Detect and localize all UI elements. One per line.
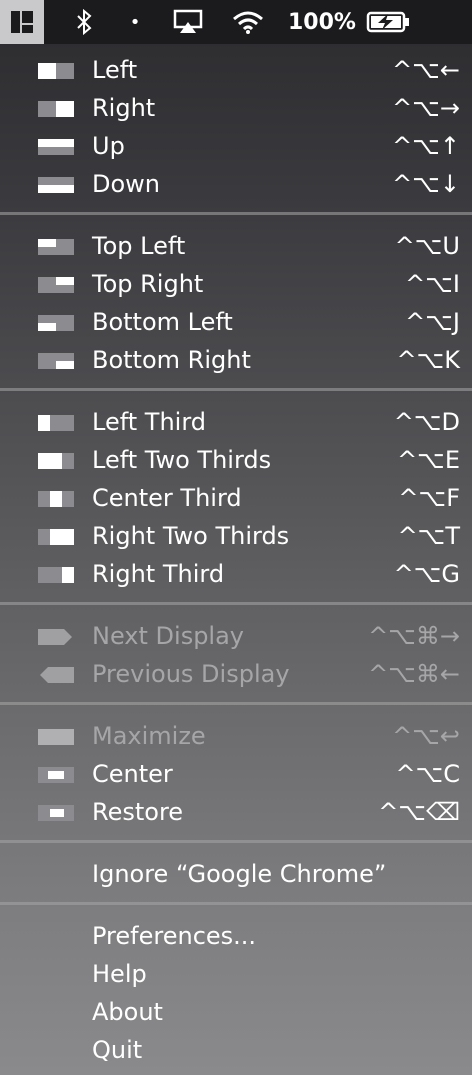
top-left-icon bbox=[38, 239, 74, 255]
menu-item-label: Quit bbox=[92, 1036, 143, 1064]
menu-item-shortcut: ^⌥D bbox=[393, 408, 460, 436]
menu-item-ignore-google-chrome[interactable]: Ignore “Google Chrome” bbox=[0, 855, 472, 893]
menu-item-label: Previous Display bbox=[92, 660, 290, 688]
menu-item-shortcut: ^⌥⌘← bbox=[368, 660, 460, 688]
menu-item-shortcut: ^⌥J bbox=[405, 308, 460, 336]
rectangle-menu: Left ^⌥← Right ^⌥→ Up ^⌥↑ Down ^⌥↓ Top Left ^⌥U To… bbox=[0, 44, 472, 1075]
menu-item-center[interactable]: Center ^⌥C bbox=[0, 755, 472, 793]
menu-item-shortcut: ^⌥↓ bbox=[392, 170, 460, 198]
center-third-icon bbox=[38, 491, 74, 507]
menu-item-top-left[interactable]: Top Left ^⌥U bbox=[0, 227, 472, 265]
bottom-half-icon bbox=[38, 177, 74, 193]
menu-item-label: Bottom Right bbox=[92, 346, 251, 374]
maximize-icon bbox=[38, 729, 74, 745]
menu-item-shortcut: ^⌥I bbox=[405, 270, 460, 298]
right-third-icon bbox=[38, 567, 74, 583]
top-half-icon bbox=[38, 139, 74, 155]
menu-item-maximize: Maximize ^⌥↩ bbox=[0, 717, 472, 755]
menu-item-bottom-right[interactable]: Bottom Right ^⌥K bbox=[0, 341, 472, 379]
menu-item-previous-display: Previous Display ^⌥⌘← bbox=[0, 655, 472, 693]
menu-item-label: Top Right bbox=[92, 270, 204, 298]
menu-item-label: Center bbox=[92, 760, 173, 788]
rectangle-app-icon[interactable] bbox=[0, 0, 44, 44]
menu-separator bbox=[0, 702, 472, 705]
menu-item-shortcut: ^⌥K bbox=[396, 346, 460, 374]
menu-item-label: About bbox=[92, 998, 163, 1026]
menu-item-shortcut: ^⌥⌘→ bbox=[368, 622, 460, 650]
menu-item-top-right[interactable]: Top Right ^⌥I bbox=[0, 265, 472, 303]
menu-item-label: Restore bbox=[92, 798, 184, 826]
airplay-icon[interactable] bbox=[166, 0, 210, 44]
battery-percent: 100% bbox=[288, 9, 356, 35]
menu-item-label: Bottom Left bbox=[92, 308, 233, 336]
status-dot: • bbox=[129, 11, 141, 33]
previous-display-icon bbox=[38, 667, 74, 683]
menu-item-label: Next Display bbox=[92, 622, 245, 650]
menu-item-shortcut: ^⌥← bbox=[392, 56, 460, 84]
menu-item-preferences[interactable]: Preferences... bbox=[0, 917, 472, 955]
menu-item-center-third[interactable]: Center Third ^⌥F bbox=[0, 479, 472, 517]
menu-bar: • 100% bbox=[0, 0, 472, 44]
menu-separator bbox=[0, 212, 472, 215]
menu-item-shortcut: ^⌥E bbox=[397, 446, 460, 474]
wifi-icon[interactable] bbox=[226, 0, 270, 44]
bluetooth-icon[interactable] bbox=[66, 0, 102, 44]
menu-separator bbox=[0, 602, 472, 605]
menu-item-shortcut: ^⌥F bbox=[398, 484, 460, 512]
menu-item-shortcut: ^⌥U bbox=[394, 232, 460, 260]
menu-item-right[interactable]: Right ^⌥→ bbox=[0, 89, 472, 127]
menu-item-restore[interactable]: Restore ^⌥⌫ bbox=[0, 793, 472, 831]
bottom-left-icon bbox=[38, 315, 74, 331]
menu-item-shortcut: ^⌥↑ bbox=[392, 132, 460, 160]
menu-item-quit[interactable]: Quit bbox=[0, 1031, 472, 1069]
menu-item-label: Help bbox=[92, 960, 147, 988]
menu-item-left-two-thirds[interactable]: Left Two Thirds ^⌥E bbox=[0, 441, 472, 479]
menu-item-left-third[interactable]: Left Third ^⌥D bbox=[0, 403, 472, 441]
menu-item-label: Center Third bbox=[92, 484, 242, 512]
menu-item-label: Right bbox=[92, 94, 156, 122]
left-two-thirds-icon bbox=[38, 453, 74, 469]
restore-icon bbox=[38, 805, 74, 821]
menu-item-label: Up bbox=[92, 132, 125, 160]
menu-separator bbox=[0, 388, 472, 391]
right-half-icon bbox=[38, 101, 74, 117]
menu-item-help[interactable]: Help bbox=[0, 955, 472, 993]
menu-item-label: Maximize bbox=[92, 722, 206, 750]
menu-item-shortcut: ^⌥↩ bbox=[392, 722, 460, 750]
left-half-icon bbox=[38, 63, 74, 79]
menu-item-label: Right Third bbox=[92, 560, 225, 588]
center-icon bbox=[38, 767, 74, 783]
menu-item-shortcut: ^⌥G bbox=[393, 560, 460, 588]
menu-item-label: Ignore “Google Chrome” bbox=[92, 860, 387, 888]
menu-separator bbox=[0, 840, 472, 843]
menu-item-left[interactable]: Left ^⌥← bbox=[0, 51, 472, 89]
menu-item-shortcut: ^⌥T bbox=[397, 522, 460, 550]
menu-item-shortcut: ^⌥C bbox=[395, 760, 460, 788]
menu-item-next-display: Next Display ^⌥⌘→ bbox=[0, 617, 472, 655]
menu-item-right-two-thirds[interactable]: Right Two Thirds ^⌥T bbox=[0, 517, 472, 555]
menu-item-label: Down bbox=[92, 170, 161, 198]
menu-item-bottom-left[interactable]: Bottom Left ^⌥J bbox=[0, 303, 472, 341]
right-two-thirds-icon bbox=[38, 529, 74, 545]
menu-item-label: Right Two Thirds bbox=[92, 522, 290, 550]
menu-item-label: Left Two Thirds bbox=[92, 446, 272, 474]
menu-item-right-third[interactable]: Right Third ^⌥G bbox=[0, 555, 472, 593]
top-right-icon bbox=[38, 277, 74, 293]
menu-item-label: Left Third bbox=[92, 408, 206, 436]
menu-item-up[interactable]: Up ^⌥↑ bbox=[0, 127, 472, 165]
menu-item-shortcut: ^⌥⌫ bbox=[378, 798, 460, 826]
menu-item-down[interactable]: Down ^⌥↓ bbox=[0, 165, 472, 203]
bottom-right-icon bbox=[38, 353, 74, 369]
next-display-icon bbox=[38, 629, 74, 645]
menu-item-shortcut: ^⌥→ bbox=[392, 94, 460, 122]
battery-charging-icon[interactable] bbox=[360, 0, 416, 44]
menu-separator bbox=[0, 902, 472, 905]
left-third-icon bbox=[38, 415, 74, 431]
menu-item-about[interactable]: About bbox=[0, 993, 472, 1031]
menu-item-label: Preferences... bbox=[92, 922, 257, 950]
menu-item-label: Left bbox=[92, 56, 138, 84]
menu-item-label: Top Left bbox=[92, 232, 186, 260]
